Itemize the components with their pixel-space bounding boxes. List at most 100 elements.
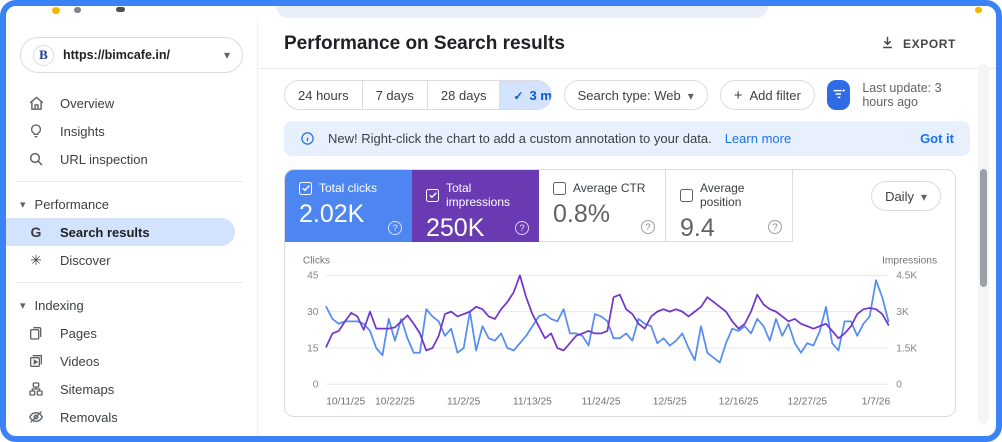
- property-url: https://bimcafe.in/: [63, 48, 170, 62]
- chevron-down-icon: [921, 189, 927, 204]
- add-filter-label: Add filter: [749, 87, 801, 103]
- metric-tile-average-position[interactable]: Average position 9.4 ?: [666, 170, 793, 242]
- svg-text:1/7/26: 1/7/26: [862, 397, 891, 408]
- help-icon[interactable]: ?: [641, 220, 655, 234]
- search-type-dropdown[interactable]: Search type: Web: [563, 80, 708, 110]
- export-button[interactable]: EXPORT: [880, 35, 970, 53]
- page-header: Performance on Search results EXPORT: [258, 19, 996, 69]
- sidebar-item-videos[interactable]: Videos: [6, 347, 257, 375]
- sidebar-item-label: Videos: [60, 353, 100, 369]
- got-it-button[interactable]: Got it: [920, 131, 954, 146]
- date-range-group: 24 hours 7 days 28 days 3 months More: [284, 80, 552, 110]
- sidebar-item-overview[interactable]: Overview: [6, 89, 257, 117]
- google-g-icon: [27, 223, 45, 241]
- sidebar-section-performance[interactable]: Performance: [6, 190, 257, 218]
- site-favicon: B: [33, 44, 54, 66]
- metric-value: 250K: [426, 214, 485, 242]
- svg-text:10/11/25: 10/11/25: [326, 397, 365, 408]
- checkbox-checked-icon[interactable]: [426, 188, 439, 202]
- sidebar-item-pages[interactable]: Pages: [6, 319, 257, 347]
- sidebar-section-indexing[interactable]: Indexing: [6, 291, 257, 319]
- metric-label: Average CTR: [573, 181, 646, 195]
- window-frame: B https://bimcafe.in/ Overview Insights: [0, 0, 1002, 442]
- svg-text:11/13/25: 11/13/25: [513, 397, 552, 408]
- download-icon: [880, 35, 895, 53]
- videos-icon: [27, 352, 45, 370]
- metric-label: Total impressions: [446, 181, 511, 209]
- svg-text:Impressions: Impressions: [882, 256, 937, 267]
- svg-text:Clicks: Clicks: [303, 256, 330, 267]
- chart-area: 0 0 15 1.5K 30 3K 45 4.5K Clicks Impressions 10/11…: [285, 242, 955, 416]
- filter-suggestions-button[interactable]: [826, 80, 851, 110]
- metric-label: Total clicks: [319, 181, 378, 195]
- browser-chrome-fragment: [52, 7, 60, 14]
- checkbox-checked-icon[interactable]: [299, 181, 312, 195]
- granularity-label: Daily: [885, 188, 914, 204]
- svg-text:12/27/25: 12/27/25: [787, 397, 827, 408]
- sidebar-item-discover[interactable]: Discover: [6, 246, 257, 274]
- performance-chart[interactable]: 0 0 15 1.5K 30 3K 45 4.5K Clicks Impressions 10/11…: [299, 252, 941, 412]
- range-label: 7 days: [375, 87, 414, 103]
- learn-more-link[interactable]: Learn more: [725, 131, 791, 146]
- range-7-days[interactable]: 7 days: [361, 81, 427, 109]
- metric-value: 2.02K: [299, 200, 365, 228]
- range-24-hours[interactable]: 24 hours: [285, 81, 362, 109]
- search-icon: [27, 150, 45, 168]
- browser-chrome-strip: [6, 6, 996, 19]
- page-title: Performance on Search results: [284, 32, 565, 54]
- range-label: 28 days: [440, 87, 487, 103]
- range-label: 24 hours: [298, 87, 349, 103]
- sidebar-item-sitemaps[interactable]: Sitemaps: [6, 375, 257, 403]
- export-label: EXPORT: [903, 36, 956, 51]
- metric-tile-total-clicks[interactable]: Total clicks 2.02K ?: [285, 170, 412, 242]
- checkbox-empty-icon[interactable]: [553, 181, 566, 195]
- sidebar-item-insights[interactable]: Insights: [6, 117, 257, 145]
- sidebar-item-label: Search results: [60, 224, 150, 240]
- svg-text:15: 15: [307, 343, 319, 354]
- eye-off-icon: [27, 408, 45, 426]
- metric-value: 0.8%: [553, 200, 610, 228]
- scrollbar-thumb[interactable]: [980, 169, 987, 287]
- sidebar-item-url-inspection[interactable]: URL inspection: [6, 145, 257, 173]
- sidebar-item-label: URL inspection: [60, 151, 148, 167]
- info-icon: [300, 131, 315, 146]
- checkbox-empty-icon[interactable]: [680, 188, 693, 202]
- range-28-days[interactable]: 28 days: [426, 81, 500, 109]
- svg-text:0: 0: [313, 380, 319, 391]
- check-icon: [513, 88, 523, 103]
- sidebar-item-label: Pages: [60, 325, 97, 341]
- range-label: 3 months: [529, 87, 552, 103]
- sidebar-item-label: Overview: [60, 95, 115, 111]
- scrollbar-track[interactable]: [978, 64, 989, 424]
- granularity-dropdown[interactable]: Daily: [871, 181, 941, 211]
- help-icon[interactable]: ?: [388, 221, 402, 235]
- performance-card: Total clicks 2.02K ? Total impressions 2…: [284, 169, 956, 417]
- svg-text:12/16/25: 12/16/25: [719, 397, 759, 408]
- home-icon: [27, 94, 45, 112]
- annotation-banner: New! Right-click the chart to add a cust…: [284, 121, 970, 156]
- svg-text:1.5K: 1.5K: [896, 343, 917, 354]
- search-type-label: Search type: Web: [577, 87, 681, 103]
- range-3-months[interactable]: 3 months: [499, 81, 551, 109]
- property-selector[interactable]: B https://bimcafe.in/: [20, 37, 243, 73]
- metric-tile-average-ctr[interactable]: Average CTR 0.8% ?: [539, 170, 666, 242]
- sidebar-item-search-results[interactable]: Search results: [6, 218, 235, 246]
- sidebar-item-removals[interactable]: Removals: [6, 403, 257, 431]
- section-label: Indexing: [34, 297, 84, 313]
- sidebar-item-label: Discover: [60, 252, 111, 268]
- chevron-down-icon: [224, 46, 230, 64]
- svg-text:30: 30: [307, 307, 319, 318]
- sitemap-icon: [27, 380, 45, 398]
- add-filter-button[interactable]: Add filter: [719, 80, 815, 110]
- svg-text:12/5/25: 12/5/25: [653, 397, 687, 408]
- help-icon[interactable]: ?: [768, 220, 782, 234]
- asterisk-icon: [27, 251, 45, 269]
- svg-text:10/22/25: 10/22/25: [375, 397, 415, 408]
- plus-icon: [734, 87, 743, 104]
- omnibox-fragment: [276, 6, 768, 18]
- help-icon[interactable]: ?: [515, 221, 529, 235]
- metric-tile-total-impressions[interactable]: Total impressions 250K ?: [412, 170, 539, 242]
- sidebar-item-label: Insights: [60, 123, 105, 139]
- browser-chrome-fragment: [975, 7, 982, 13]
- pages-icon: [27, 324, 45, 342]
